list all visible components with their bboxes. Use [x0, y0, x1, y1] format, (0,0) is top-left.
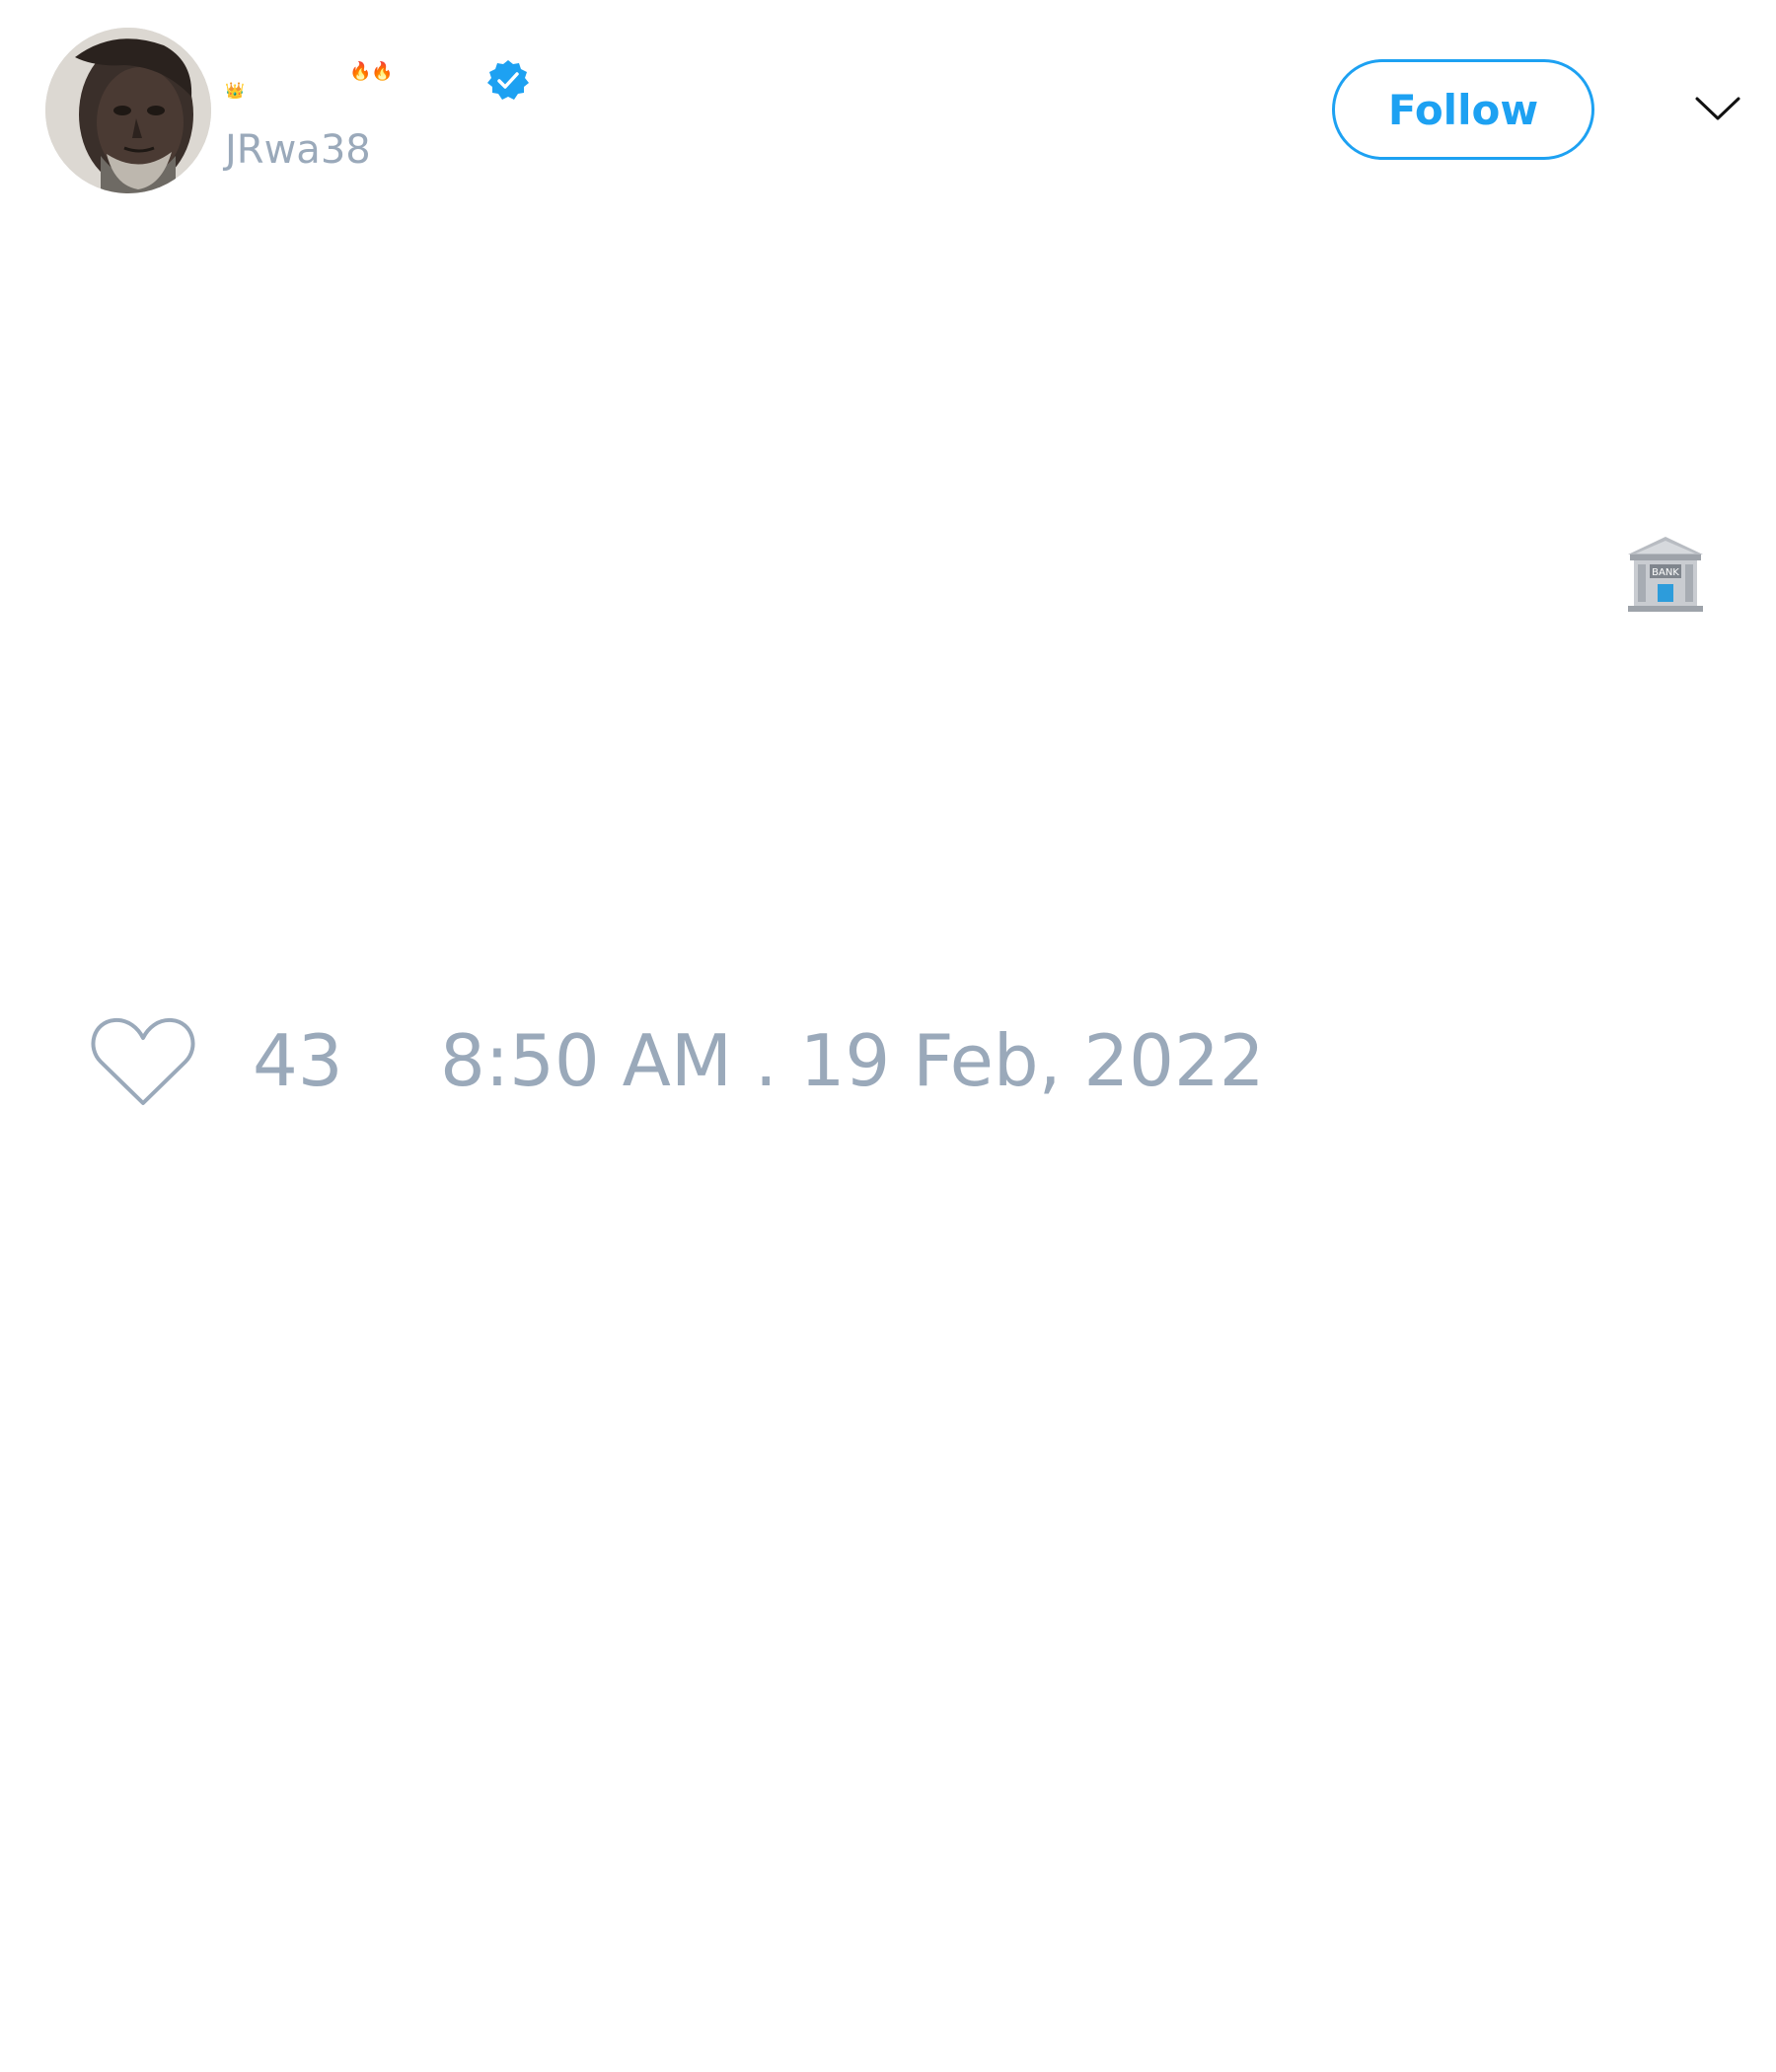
tweet-header: 👑 🔥🔥 JRwa38 Follow [0, 0, 1776, 217]
heart-outline-icon[interactable] [89, 1012, 197, 1109]
tweet-footer: 43 8:50 AM . 19 Feb, 2022 [0, 1006, 1776, 1115]
chevron-down-icon[interactable] [1693, 91, 1742, 126]
bank-building-icon: BANK [1628, 537, 1703, 612]
fire-emoji: 🔥🔥 [349, 61, 394, 82]
avatar-portrait [45, 28, 211, 193]
avatar[interactable] [45, 28, 211, 193]
display-name[interactable]: 👑 🔥🔥 [225, 51, 580, 111]
tweet-timestamp[interactable]: 8:50 AM . 19 Feb, 2022 [440, 1016, 1265, 1105]
user-handle[interactable]: JRwa38 [225, 126, 371, 174]
svg-text:BANK: BANK [1652, 567, 1679, 578]
follow-button[interactable]: Follow [1332, 59, 1594, 160]
like-count: 43 [253, 1019, 343, 1102]
verified-badge-icon [487, 60, 529, 100]
crown-emoji: 👑 [225, 81, 245, 100]
